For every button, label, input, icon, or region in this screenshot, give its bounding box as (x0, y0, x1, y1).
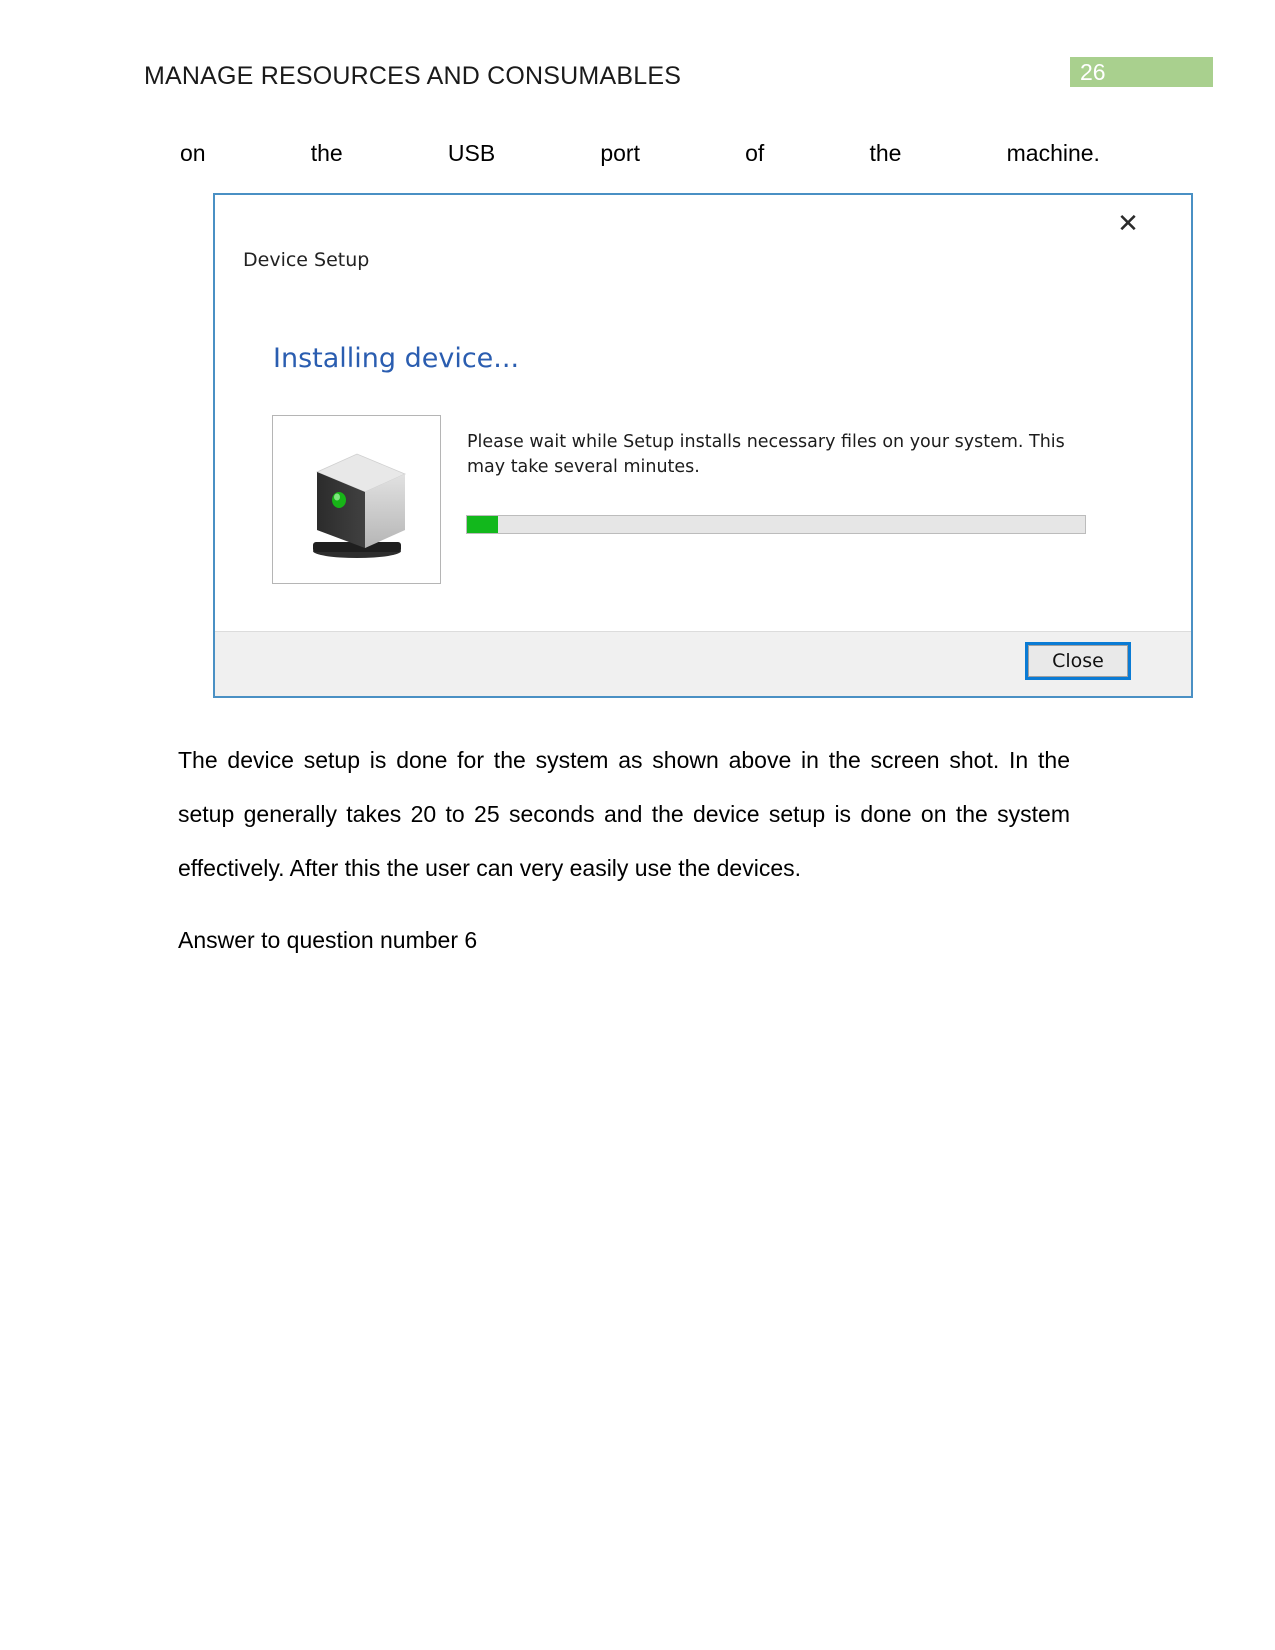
justified-word: the (310, 140, 343, 166)
install-progress-bar (466, 515, 1086, 534)
device-tower-icon (313, 453, 407, 558)
dialog-title: Device Setup (243, 249, 370, 271)
justified-word: of (745, 140, 765, 166)
close-button[interactable]: Close (1025, 642, 1131, 680)
body-paragraph-1: The device setup is done for the system … (178, 747, 1070, 881)
body-paragraph-2: Answer to question number 6 (178, 927, 478, 953)
justified-word: machine. (1006, 140, 1100, 166)
close-x-icon[interactable]: ✕ (1113, 209, 1143, 239)
justified-word: USB (447, 140, 496, 166)
justified-text-line: on the USB port of the machine. (180, 140, 1100, 167)
justified-word: port (600, 140, 640, 166)
dialog-heading: Installing device... (273, 343, 520, 374)
page-title: MANAGE RESOURCES AND CONSUMABLES (144, 62, 682, 90)
justified-word: the (869, 140, 902, 166)
install-progress-fill (467, 516, 498, 533)
page-number-badge: 26 (1070, 57, 1213, 87)
dialog-footer: Close (215, 631, 1191, 696)
device-image-frame (272, 415, 441, 584)
dialog-body-text: Please wait while Setup installs necessa… (467, 432, 1065, 478)
dialog-content-area: ✕ Device Setup Installing device... Plea… (215, 195, 1191, 696)
justified-word: on (180, 140, 206, 166)
device-setup-dialog-screenshot: ✕ Device Setup Installing device... Plea… (213, 193, 1193, 698)
